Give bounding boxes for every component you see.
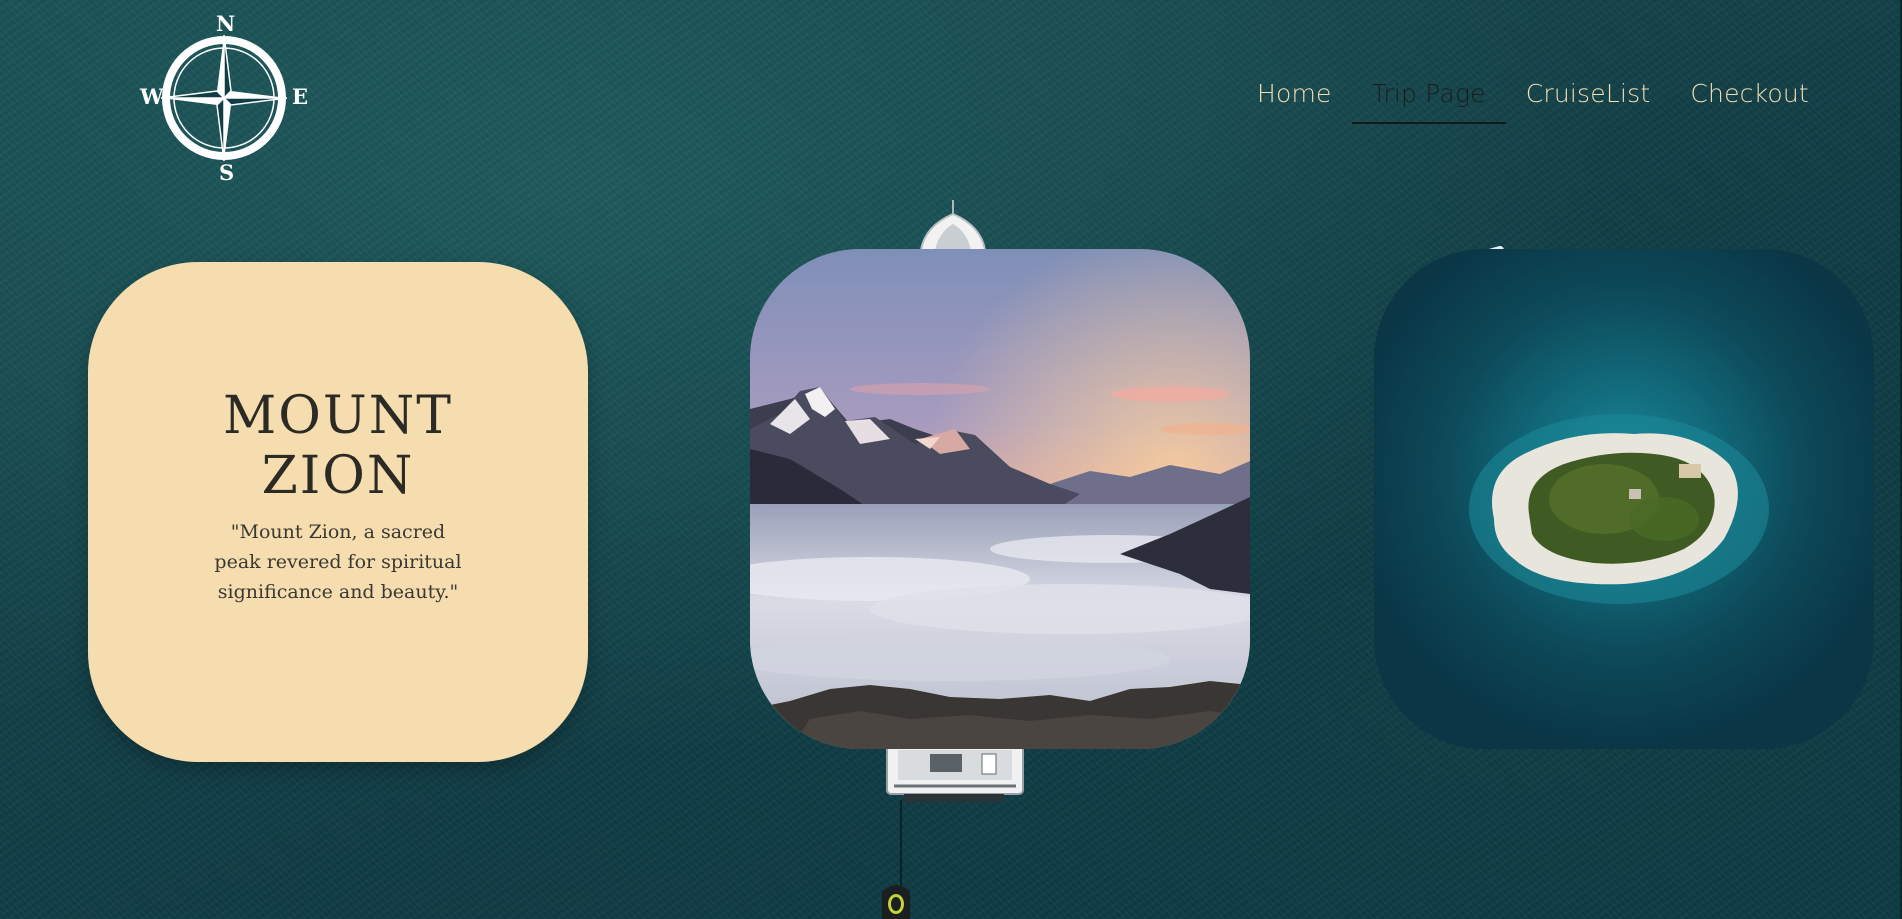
compass-north-label: N [216, 11, 236, 36]
island-photo-card[interactable] [1374, 249, 1874, 749]
destination-info-card: MOUNT ZION "Mount Zion, a sacred peak re… [88, 262, 588, 762]
nav-cruiselist[interactable]: CruiseList [1506, 76, 1671, 124]
nav-checkout[interactable]: Checkout [1670, 76, 1829, 124]
destination-title-line2: ZION [261, 446, 415, 506]
aerial-island-image [1374, 249, 1874, 749]
compass-logo[interactable]: N S W E [138, 12, 310, 184]
nav-home[interactable]: Home [1237, 76, 1352, 124]
compass-south-label: S [219, 160, 235, 185]
mountain-sunrise-image [750, 249, 1250, 749]
destination-title-line1: MOUNT [223, 386, 453, 446]
destination-description: "Mount Zion, a sacred peak revered for s… [214, 521, 462, 603]
ship-stern-image [886, 744, 1024, 802]
tender-boat-image [882, 885, 910, 919]
main-nav: Home Trip Page CruiseList Checkout [1237, 76, 1829, 126]
destination-title: MOUNT ZION [88, 386, 588, 506]
ship-bow-image [919, 200, 987, 250]
compass-rose-icon [160, 34, 288, 162]
compass-east-label: E [292, 84, 309, 109]
mountain-photo-card[interactable] [750, 249, 1250, 749]
nav-trip-page[interactable]: Trip Page [1351, 76, 1506, 124]
tow-line [900, 800, 902, 890]
